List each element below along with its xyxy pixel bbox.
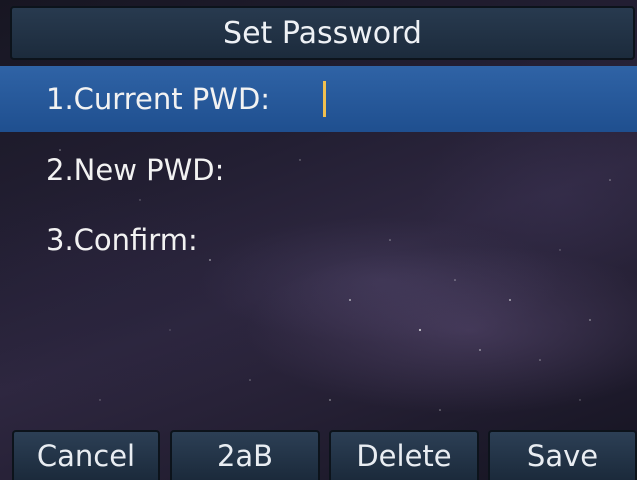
confirm-password-field[interactable]: 3.Confirm: — [0, 207, 637, 273]
phone-screen: Set Password 1.Current PWD: 2.New PWD: 3… — [0, 0, 637, 480]
delete-button[interactable]: Delete — [329, 430, 479, 480]
text-cursor — [323, 81, 326, 117]
new-password-field[interactable]: 2.New PWD: — [0, 137, 637, 203]
confirm-password-label: 3.Confirm: — [46, 223, 198, 257]
save-button[interactable]: Save — [488, 430, 637, 480]
softkey-bar: Cancel 2aB Delete Save — [0, 430, 637, 480]
new-password-label: 2.New PWD: — [46, 153, 225, 187]
input-mode-button[interactable]: 2aB — [170, 430, 320, 480]
page-title: Set Password — [223, 15, 422, 51]
current-password-label: 1.Current PWD: — [46, 82, 271, 116]
current-password-field[interactable]: 1.Current PWD: — [0, 66, 637, 132]
title-bar: Set Password — [10, 6, 635, 60]
cancel-button[interactable]: Cancel — [12, 430, 160, 480]
